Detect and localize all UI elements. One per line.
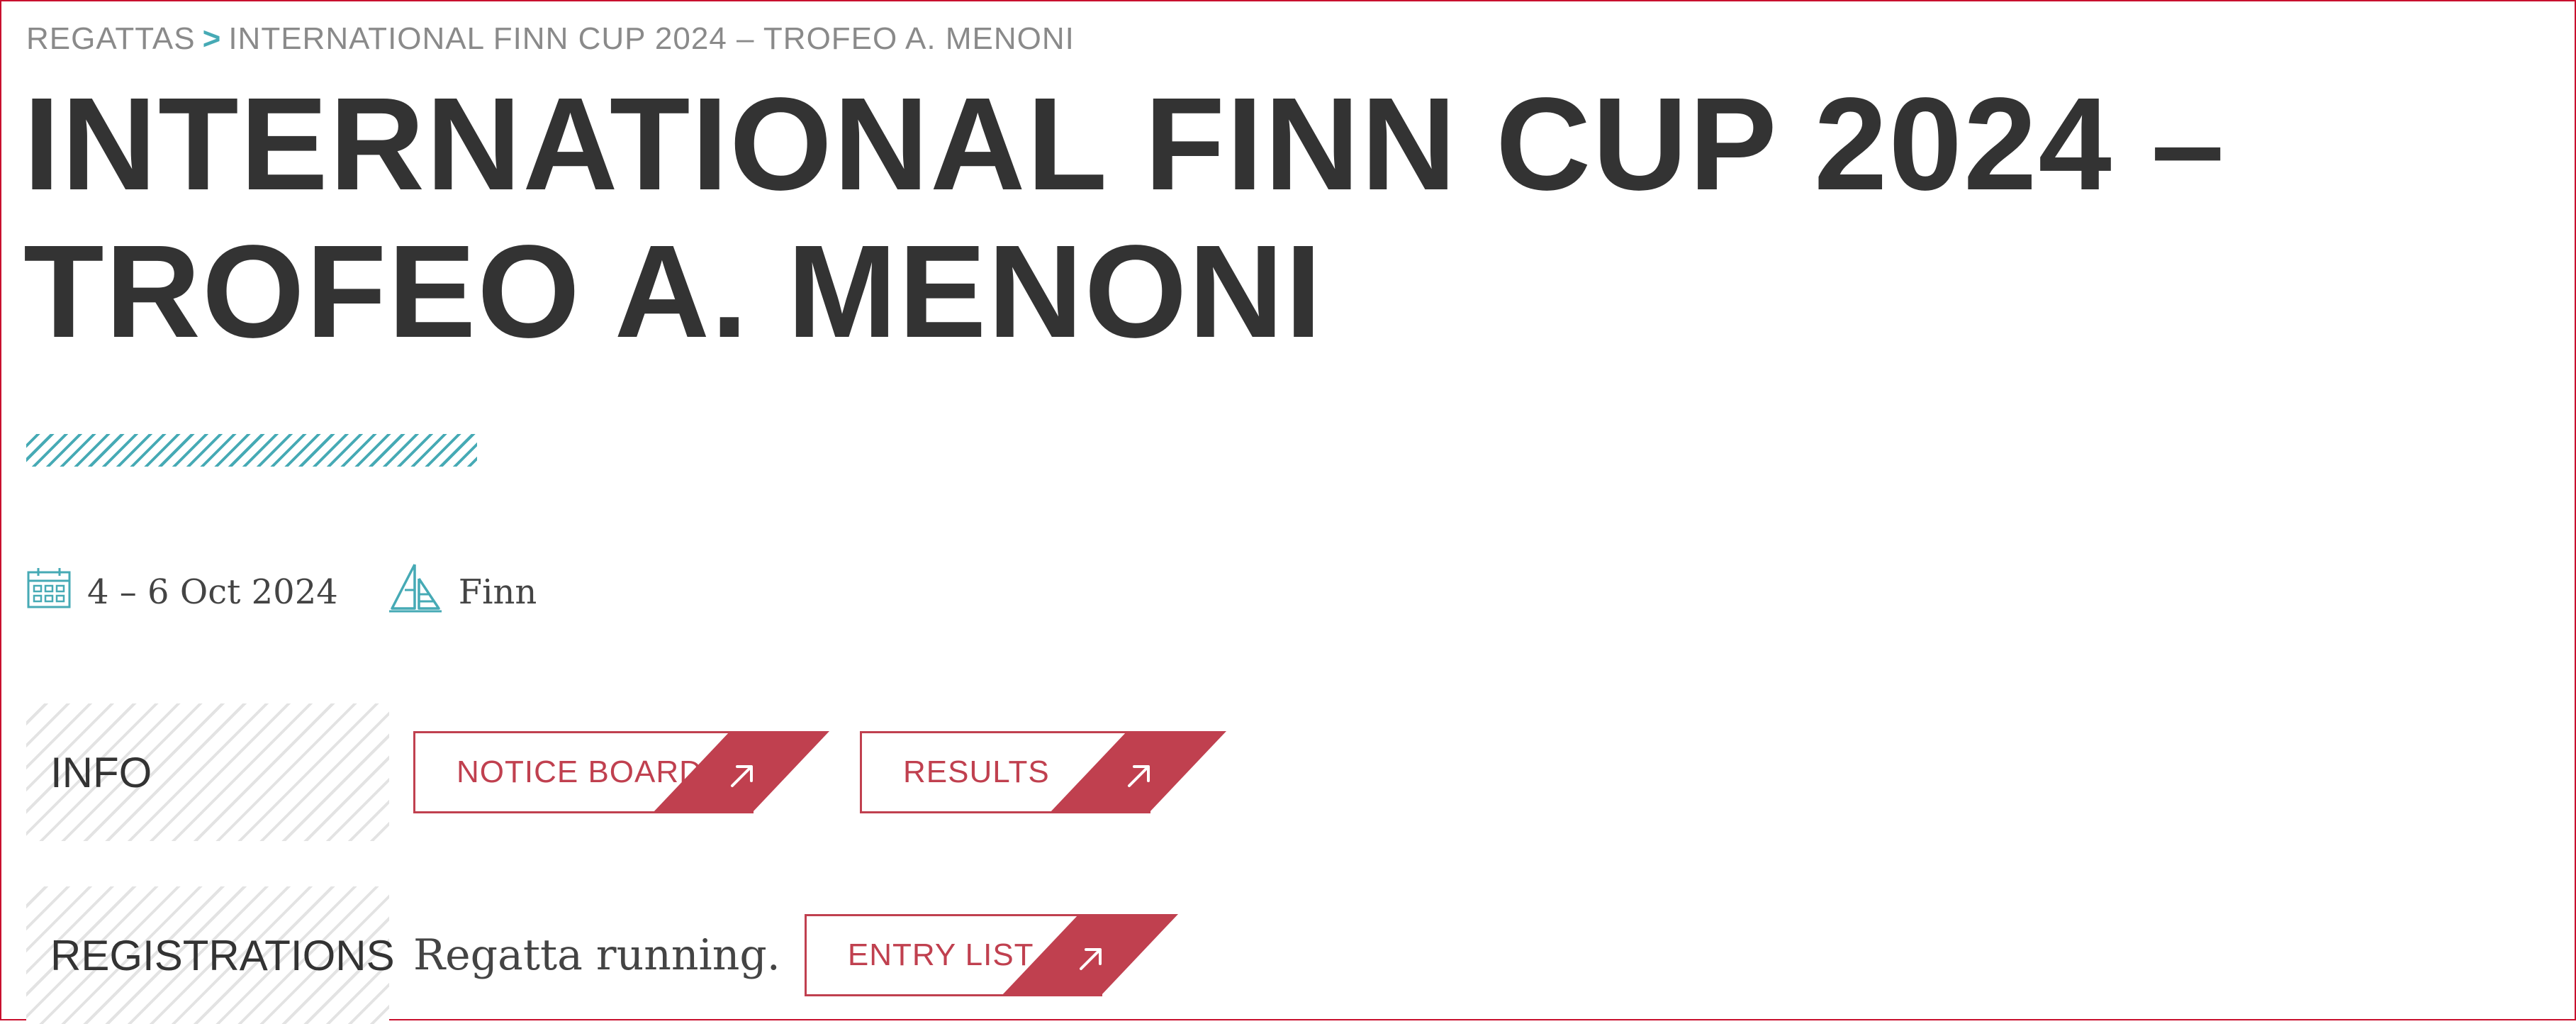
results-label: RESULTS [903,755,1050,789]
breadcrumb-root-link[interactable]: REGATTAS [26,21,196,56]
boat-class: Finn [388,562,537,623]
hatched-divider [26,434,477,467]
results-button[interactable]: RESULTS [860,731,1226,813]
notice-board-button[interactable]: NOTICE BOARD [413,731,829,813]
breadcrumb-separator: > [202,21,222,56]
dates-text: 4 – 6 Oct 2024 [87,572,338,612]
registrations-section: REGISTRATIONS Regatta running. ENTRY LIS… [26,886,1178,1024]
arrow-up-right-icon [1000,914,1178,996]
calendar-icon [26,567,72,618]
registrations-body: Regatta running. ENTRY LIST [413,914,1178,996]
breadcrumb-current: INTERNATIONAL FINN CUP 2024 – TROFEO A. … [228,21,1075,56]
sailboat-icon [388,562,443,623]
arrow-up-right-icon [1049,731,1226,813]
breadcrumb: REGATTAS > INTERNATIONAL FINN CUP 2024 – T… [26,21,1075,57]
regatta-dates: 4 – 6 Oct 2024 [26,567,338,618]
page-title: INTERNATIONAL FINN CUP 2024 – TROFEO A. … [23,71,2226,365]
info-label: INFO [26,703,389,841]
entry-list-button[interactable]: ENTRY LIST [804,914,1178,996]
arrow-up-right-icon [652,731,829,813]
info-buttons: NOTICE BOARD RESULTS [413,731,1226,813]
boat-class-text: Finn [458,572,537,612]
registrations-label: REGISTRATIONS [26,886,395,1024]
info-section: INFO NOTICE BOARD RESULTS [26,703,1226,841]
regatta-meta: 4 – 6 Oct 2024 Finn [26,564,537,618]
regatta-status: Regatta running. [413,930,780,980]
